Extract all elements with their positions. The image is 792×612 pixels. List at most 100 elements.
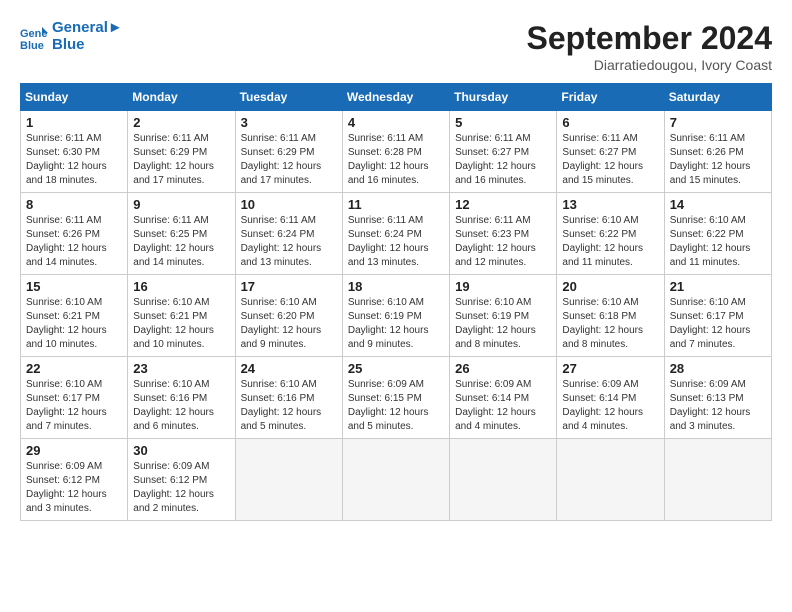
calendar-cell: 18 Sunrise: 6:10 AM Sunset: 6:19 PM Dayl… (342, 275, 449, 357)
calendar-cell: 28 Sunrise: 6:09 AM Sunset: 6:13 PM Dayl… (664, 357, 771, 439)
day-number: 30 (133, 443, 229, 458)
day-number: 17 (241, 279, 337, 294)
day-number: 7 (670, 115, 766, 130)
day-details: Sunrise: 6:09 AM Sunset: 6:15 PM Dayligh… (348, 378, 444, 434)
day-number: 29 (26, 443, 122, 458)
day-number: 22 (26, 361, 122, 376)
calendar-cell: 22 Sunrise: 6:10 AM Sunset: 6:17 PM Dayl… (21, 357, 128, 439)
day-details: Sunrise: 6:11 AM Sunset: 6:29 PM Dayligh… (133, 132, 229, 188)
calendar-cell: 4 Sunrise: 6:11 AM Sunset: 6:28 PM Dayli… (342, 111, 449, 193)
calendar-cell: 12 Sunrise: 6:11 AM Sunset: 6:23 PM Dayl… (450, 193, 557, 275)
calendar-cell (664, 439, 771, 521)
weekday-header-row: Sunday Monday Tuesday Wednesday Thursday… (21, 84, 772, 111)
day-number: 9 (133, 197, 229, 212)
logo-icon: General Blue (20, 23, 48, 51)
week-row-2: 8 Sunrise: 6:11 AM Sunset: 6:26 PM Dayli… (21, 193, 772, 275)
day-details: Sunrise: 6:10 AM Sunset: 6:19 PM Dayligh… (348, 296, 444, 352)
day-details: Sunrise: 6:11 AM Sunset: 6:26 PM Dayligh… (670, 132, 766, 188)
calendar-cell: 5 Sunrise: 6:11 AM Sunset: 6:27 PM Dayli… (450, 111, 557, 193)
title-block: September 2024 Diarratiedougou, Ivory Co… (527, 20, 772, 73)
week-row-1: 1 Sunrise: 6:11 AM Sunset: 6:30 PM Dayli… (21, 111, 772, 193)
calendar-cell: 10 Sunrise: 6:11 AM Sunset: 6:24 PM Dayl… (235, 193, 342, 275)
day-details: Sunrise: 6:10 AM Sunset: 6:22 PM Dayligh… (670, 214, 766, 270)
calendar-cell: 1 Sunrise: 6:11 AM Sunset: 6:30 PM Dayli… (21, 111, 128, 193)
logo-line2: Blue (52, 37, 123, 54)
day-details: Sunrise: 6:11 AM Sunset: 6:25 PM Dayligh… (133, 214, 229, 270)
day-number: 3 (241, 115, 337, 130)
day-number: 24 (241, 361, 337, 376)
day-details: Sunrise: 6:11 AM Sunset: 6:30 PM Dayligh… (26, 132, 122, 188)
day-details: Sunrise: 6:11 AM Sunset: 6:23 PM Dayligh… (455, 214, 551, 270)
day-details: Sunrise: 6:10 AM Sunset: 6:20 PM Dayligh… (241, 296, 337, 352)
day-number: 12 (455, 197, 551, 212)
week-row-5: 29 Sunrise: 6:09 AM Sunset: 6:12 PM Dayl… (21, 439, 772, 521)
week-row-3: 15 Sunrise: 6:10 AM Sunset: 6:21 PM Dayl… (21, 275, 772, 357)
day-details: Sunrise: 6:09 AM Sunset: 6:12 PM Dayligh… (26, 460, 122, 516)
calendar-cell: 9 Sunrise: 6:11 AM Sunset: 6:25 PM Dayli… (128, 193, 235, 275)
day-number: 2 (133, 115, 229, 130)
calendar-cell: 19 Sunrise: 6:10 AM Sunset: 6:19 PM Dayl… (450, 275, 557, 357)
day-number: 28 (670, 361, 766, 376)
calendar-cell: 17 Sunrise: 6:10 AM Sunset: 6:20 PM Dayl… (235, 275, 342, 357)
day-number: 15 (26, 279, 122, 294)
calendar-cell: 30 Sunrise: 6:09 AM Sunset: 6:12 PM Dayl… (128, 439, 235, 521)
day-number: 18 (348, 279, 444, 294)
calendar-cell: 26 Sunrise: 6:09 AM Sunset: 6:14 PM Dayl… (450, 357, 557, 439)
day-details: Sunrise: 6:10 AM Sunset: 6:16 PM Dayligh… (133, 378, 229, 434)
day-details: Sunrise: 6:10 AM Sunset: 6:18 PM Dayligh… (562, 296, 658, 352)
day-number: 16 (133, 279, 229, 294)
calendar-cell (557, 439, 664, 521)
calendar-cell: 27 Sunrise: 6:09 AM Sunset: 6:14 PM Dayl… (557, 357, 664, 439)
calendar-cell: 7 Sunrise: 6:11 AM Sunset: 6:26 PM Dayli… (664, 111, 771, 193)
day-details: Sunrise: 6:11 AM Sunset: 6:26 PM Dayligh… (26, 214, 122, 270)
calendar-cell (450, 439, 557, 521)
calendar-cell: 23 Sunrise: 6:10 AM Sunset: 6:16 PM Dayl… (128, 357, 235, 439)
header-monday: Monday (128, 84, 235, 111)
logo-line1: General► (52, 20, 123, 37)
calendar-cell: 20 Sunrise: 6:10 AM Sunset: 6:18 PM Dayl… (557, 275, 664, 357)
day-details: Sunrise: 6:09 AM Sunset: 6:14 PM Dayligh… (455, 378, 551, 434)
header-tuesday: Tuesday (235, 84, 342, 111)
day-number: 20 (562, 279, 658, 294)
day-details: Sunrise: 6:11 AM Sunset: 6:24 PM Dayligh… (348, 214, 444, 270)
day-number: 23 (133, 361, 229, 376)
calendar-cell: 16 Sunrise: 6:10 AM Sunset: 6:21 PM Dayl… (128, 275, 235, 357)
calendar-cell: 29 Sunrise: 6:09 AM Sunset: 6:12 PM Dayl… (21, 439, 128, 521)
logo: General Blue General► Blue (20, 20, 123, 53)
day-details: Sunrise: 6:10 AM Sunset: 6:17 PM Dayligh… (670, 296, 766, 352)
day-number: 21 (670, 279, 766, 294)
month-title: September 2024 (527, 20, 772, 57)
calendar-cell: 2 Sunrise: 6:11 AM Sunset: 6:29 PM Dayli… (128, 111, 235, 193)
day-details: Sunrise: 6:10 AM Sunset: 6:16 PM Dayligh… (241, 378, 337, 434)
header-friday: Friday (557, 84, 664, 111)
day-number: 25 (348, 361, 444, 376)
day-number: 27 (562, 361, 658, 376)
day-number: 4 (348, 115, 444, 130)
calendar-table: Sunday Monday Tuesday Wednesday Thursday… (20, 83, 772, 521)
day-details: Sunrise: 6:09 AM Sunset: 6:13 PM Dayligh… (670, 378, 766, 434)
day-details: Sunrise: 6:09 AM Sunset: 6:12 PM Dayligh… (133, 460, 229, 516)
calendar-cell: 6 Sunrise: 6:11 AM Sunset: 6:27 PM Dayli… (557, 111, 664, 193)
day-details: Sunrise: 6:11 AM Sunset: 6:28 PM Dayligh… (348, 132, 444, 188)
svg-text:Blue: Blue (20, 40, 44, 51)
day-details: Sunrise: 6:11 AM Sunset: 6:24 PM Dayligh… (241, 214, 337, 270)
day-number: 8 (26, 197, 122, 212)
calendar-cell: 21 Sunrise: 6:10 AM Sunset: 6:17 PM Dayl… (664, 275, 771, 357)
day-number: 11 (348, 197, 444, 212)
day-number: 6 (562, 115, 658, 130)
calendar-cell: 8 Sunrise: 6:11 AM Sunset: 6:26 PM Dayli… (21, 193, 128, 275)
calendar-cell: 25 Sunrise: 6:09 AM Sunset: 6:15 PM Dayl… (342, 357, 449, 439)
calendar-cell: 24 Sunrise: 6:10 AM Sunset: 6:16 PM Dayl… (235, 357, 342, 439)
day-number: 5 (455, 115, 551, 130)
calendar-cell: 11 Sunrise: 6:11 AM Sunset: 6:24 PM Dayl… (342, 193, 449, 275)
header-sunday: Sunday (21, 84, 128, 111)
day-details: Sunrise: 6:11 AM Sunset: 6:27 PM Dayligh… (562, 132, 658, 188)
day-details: Sunrise: 6:09 AM Sunset: 6:14 PM Dayligh… (562, 378, 658, 434)
day-details: Sunrise: 6:11 AM Sunset: 6:29 PM Dayligh… (241, 132, 337, 188)
calendar-cell (342, 439, 449, 521)
day-number: 13 (562, 197, 658, 212)
day-details: Sunrise: 6:10 AM Sunset: 6:22 PM Dayligh… (562, 214, 658, 270)
calendar-cell: 3 Sunrise: 6:11 AM Sunset: 6:29 PM Dayli… (235, 111, 342, 193)
location-subtitle: Diarratiedougou, Ivory Coast (527, 57, 772, 73)
calendar-cell: 15 Sunrise: 6:10 AM Sunset: 6:21 PM Dayl… (21, 275, 128, 357)
